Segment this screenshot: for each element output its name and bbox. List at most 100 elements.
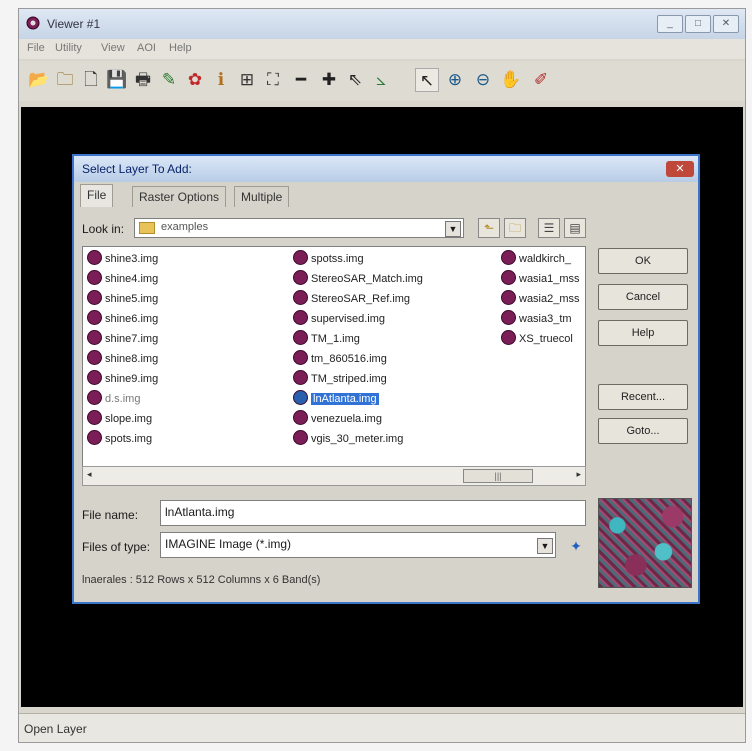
list-item[interactable]: spotss.img [293,249,364,269]
minus-icon[interactable]: ━ [289,68,313,92]
chevron-down-icon[interactable]: ▼ [445,221,461,237]
menu-help[interactable]: Help [169,42,192,54]
palette-icon[interactable]: ✿ [183,68,207,92]
status-text: Open Layer [24,722,87,736]
ok-button[interactable]: OK [598,248,688,274]
file-list[interactable]: shine3.img shine4.img shine5.img shine6.… [82,246,586,486]
scrollbar-thumb[interactable]: ||| [463,469,533,483]
list-item[interactable]: shine5.img [87,289,158,309]
files-of-type-value: IMAGINE Image (*.img) [165,537,292,551]
zoom-out-icon[interactable]: ⊖ [471,68,495,92]
grid-icon[interactable]: ⊞ [235,68,259,92]
image-file-icon [501,310,516,325]
maximize-button[interactable]: □ [685,15,711,33]
files-of-type-label: Files of type: [82,540,151,554]
list-item[interactable]: venezuela.img [293,409,382,429]
image-file-icon [87,330,102,345]
look-in-dropdown[interactable]: examples ▼ [134,218,464,238]
list-item[interactable]: shine9.img [87,369,158,389]
files-of-type-select[interactable]: IMAGINE Image (*.img) ▼ [160,532,556,558]
list-item[interactable]: shine7.img [87,329,158,349]
inquire-icon[interactable]: ⇖ [343,68,367,92]
image-file-icon [293,310,308,325]
list-item[interactable]: wasia1_mss [501,269,580,289]
open-folder-icon[interactable]: 📂 [27,68,51,92]
minimize-button[interactable]: _ [657,15,683,33]
close-button[interactable]: ✕ [713,15,739,33]
list-item[interactable]: slope.img [87,409,152,429]
window-controls: _ □ ✕ [657,15,739,33]
menu-file[interactable]: File [27,42,45,54]
list-item[interactable]: TM_striped.img [293,369,387,389]
tab-multiple[interactable]: Multiple [234,186,290,207]
pointer-icon[interactable]: ↖ [415,68,439,92]
pin-icon[interactable]: ✐ [529,68,553,92]
list-item[interactable]: shine3.img [87,249,158,269]
goto-button[interactable]: Goto... [598,418,688,444]
folder-icon [139,222,155,234]
fit-icon[interactable]: ⛶ [261,68,285,92]
cancel-button[interactable]: Cancel [598,284,688,310]
list-item[interactable]: TM_1.img [293,329,360,349]
details-view-icon[interactable]: ▤ [564,218,586,238]
list-item[interactable]: wasia2_mss [501,289,580,309]
list-item[interactable]: vgis_30_meter.img [293,429,403,449]
list-item[interactable]: d.s.img [87,389,140,409]
list-item[interactable]: supervised.img [293,309,385,329]
file-name-input[interactable]: lnAtlanta.img [160,500,586,526]
recent-button[interactable]: Recent... [598,384,688,410]
title-bar[interactable]: Viewer #1 _ □ ✕ [19,9,745,39]
list-item[interactable]: shine6.img [87,309,158,329]
list-item[interactable]: shine8.img [87,349,158,369]
chevron-down-icon[interactable]: ▼ [537,538,553,554]
tab-file[interactable]: File [80,184,114,207]
menu-aoi[interactable]: AOI [137,42,156,54]
scroll-left-icon[interactable]: ◂ [87,469,92,480]
list-item[interactable]: waldkirch_ [501,249,571,269]
image-file-icon [501,290,516,305]
menu-utility[interactable]: Utility [55,42,82,54]
scroll-right-icon[interactable]: ▸ [576,469,581,480]
add-type-icon[interactable]: ✦ [566,536,586,556]
plus-icon[interactable]: ✚ [317,68,341,92]
image-file-icon [293,290,308,305]
image-file-icon [87,390,102,405]
viewer-app-icon [26,16,40,30]
select-layer-dialog: Select Layer To Add: ✕ File Raster Optio… [72,154,700,604]
help-button[interactable]: Help [598,320,688,346]
horizontal-scrollbar[interactable]: ◂ ||| ▸ [82,466,586,486]
list-view-icon[interactable]: ☰ [538,218,560,238]
toolbar: 📂 🗀 🗋 💾 🖶 ✎ ✿ ℹ ⊞ ⛶ ━ ✚ ⇖ ⦣ ↖ ⊕ ⊖ ✋ ✐ [19,61,745,101]
list-item-selected[interactable]: lnAtlanta.img [293,389,379,409]
open-raster-icon[interactable]: 🗀 [53,68,77,92]
status-bar: Open Layer [19,713,745,742]
image-file-icon [501,250,516,265]
info-icon[interactable]: ℹ [209,68,233,92]
pan-icon[interactable]: ✋ [499,68,523,92]
tab-raster-options[interactable]: Raster Options [132,186,227,207]
image-file-icon [87,270,102,285]
list-item[interactable]: StereoSAR_Match.img [293,269,423,289]
image-file-icon [293,390,308,405]
dialog-title-bar[interactable]: Select Layer To Add: ✕ [74,156,698,182]
image-preview-thumbnail [598,498,692,588]
menu-view[interactable]: View [101,42,125,54]
image-file-icon [293,250,308,265]
list-item[interactable]: wasia3_tm [501,309,572,329]
image-file-icon [501,330,516,345]
new-doc-icon[interactable]: 🗋 [79,68,103,92]
new-folder-icon[interactable]: 🗀 [504,218,526,238]
up-folder-icon[interactable]: ⬑ [478,218,500,238]
print-icon[interactable]: 🖶 [131,68,155,92]
pencil-icon[interactable]: ✎ [157,68,181,92]
list-item[interactable]: tm_860516.img [293,349,387,369]
list-item[interactable]: XS_truecol [501,329,573,349]
image-file-icon [87,430,102,445]
save-icon[interactable]: 💾 [105,68,129,92]
chart-icon[interactable]: ⦣ [369,68,393,92]
list-item[interactable]: StereoSAR_Ref.img [293,289,410,309]
list-item[interactable]: shine4.img [87,269,158,289]
dialog-close-button[interactable]: ✕ [666,161,694,177]
list-item[interactable]: spots.img [87,429,152,449]
zoom-in-icon[interactable]: ⊕ [443,68,467,92]
